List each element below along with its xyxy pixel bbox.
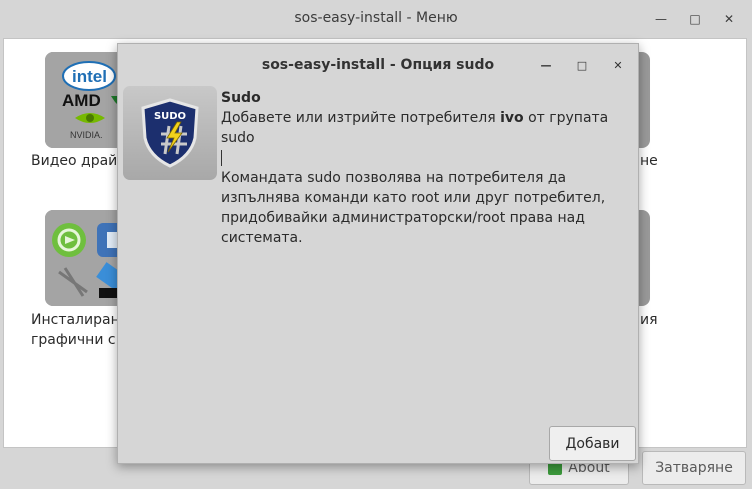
dialog-maximize-icon[interactable]: □: [572, 56, 592, 74]
close-label: Затваряне: [655, 460, 733, 476]
svg-text:NVIDIA.: NVIDIA.: [70, 130, 103, 140]
dialog-minimize-icon[interactable]: —: [536, 56, 556, 74]
dialog-action-line: Добавете или изтрийте потребителя ivo от…: [221, 108, 636, 148]
close-button[interactable]: Затваряне: [642, 451, 746, 485]
text-cursor-line: [221, 148, 636, 168]
sudo-icon-text: SUDO: [154, 111, 186, 122]
action-text-before: Добавете или изтрийте потребителя: [221, 110, 501, 126]
close-icon[interactable]: ✕: [718, 8, 740, 30]
sudo-icon-tile: SUDO: [123, 86, 217, 180]
sudo-shield-icon: SUDO: [141, 98, 199, 168]
right-tile-top-label: не: [640, 153, 658, 169]
graphics-apps-label-line2: графични с: [31, 332, 116, 348]
main-titlebar: sos-easy-install - Меню — □ ✕: [0, 0, 752, 37]
username: ivo: [500, 110, 524, 126]
dialog-content: Sudo Добавете или изтрийте потребителя i…: [221, 88, 636, 248]
text-cursor: [221, 150, 222, 166]
maximize-icon[interactable]: □: [684, 8, 706, 30]
video-drivers-label: Видео драй: [31, 153, 118, 169]
add-button[interactable]: Добави: [549, 426, 636, 461]
dialog-title: sos-easy-install - Опция sudo: [261, 57, 495, 73]
svg-text:intel: intel: [72, 67, 107, 86]
main-window-title: sos-easy-install - Меню: [294, 10, 458, 26]
dialog-heading: Sudo: [221, 90, 261, 106]
graphics-apps-label-line1: Инсталиран: [31, 312, 120, 328]
right-tile-bottom-label: ия: [640, 312, 658, 328]
minimize-icon[interactable]: —: [650, 8, 672, 30]
dialog-titlebar: sos-easy-install - Опция sudo — □ ✕: [118, 44, 638, 84]
dialog-close-icon[interactable]: ✕: [608, 56, 628, 74]
dialog-description: Командата sudo позволява на потребителя …: [221, 170, 606, 246]
sudo-dialog: sos-easy-install - Опция sudo — □ ✕ SUDO…: [117, 43, 639, 464]
svg-text:AMD: AMD: [62, 91, 101, 110]
